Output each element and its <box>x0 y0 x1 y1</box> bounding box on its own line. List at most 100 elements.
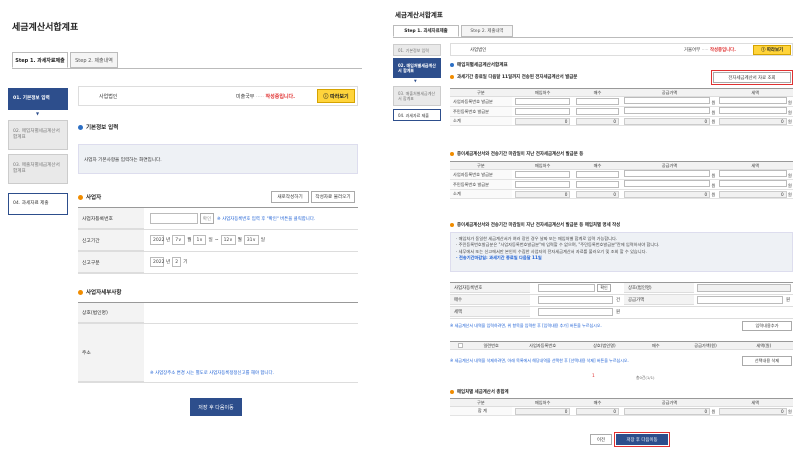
period-month-end-select[interactable]: 12 ∨ <box>220 235 236 245</box>
pagination-total: 총0건(1/1) <box>636 375 655 380</box>
help-icon: ⓘ <box>323 93 329 100</box>
right-step-03[interactable]: 03. 매출처별세금계산서 합계표 <box>393 86 441 106</box>
section-bullet-icon <box>78 194 83 200</box>
total-table: 구분 매입처수 매수 공급가액 세액 합 계000 원0 원 <box>450 398 793 416</box>
entry-list-table: 일련번호 사업자등록번호 상호(법인명) 매수 공급가액(원) 세액(원) <box>450 341 793 350</box>
input-cell[interactable] <box>623 97 711 104</box>
company-label: 상호(법인명) <box>78 303 144 323</box>
left-biz-type: 사업법인 <box>99 94 118 100</box>
form-supply-input[interactable] <box>697 296 783 304</box>
step-arrow-icon: ▼ <box>36 111 40 116</box>
form-count-label: 매수 <box>450 295 530 305</box>
period-label: 신고기간 <box>78 230 144 251</box>
table-row: 소계 0 0 0 원0 원 <box>450 189 793 199</box>
delete-selected-button[interactable]: 선택내용 삭제 <box>742 356 792 366</box>
notes-text: · 매입처가 동일한 세금계산서가 여러 장인 경우 날짜 또는 매입처별 합계… <box>456 236 660 260</box>
left-tab-step1[interactable]: Step 1. 과세자료제출 <box>12 52 68 68</box>
sec2-title: 종이세금계산서와 전송기간 마감일이 지난 전자세금계산서 발급분 등 <box>450 151 583 157</box>
left-step-04[interactable]: 04. 과세자료 제출 <box>8 193 68 215</box>
form-tax-input[interactable] <box>538 308 613 316</box>
section-bullet-icon <box>450 63 454 67</box>
address-hint: ※ 사업장주소 변경 시는 별도로 사업자등록정정신고를 해야 합니다. <box>150 371 274 376</box>
type-year-field[interactable]: 2022 <box>150 257 164 267</box>
brn-label: 사업자등록번호 <box>78 208 144 229</box>
left-help-button[interactable]: ⓘ 따라보기 <box>317 89 355 103</box>
left-brn-input[interactable] <box>150 213 198 224</box>
right-biz-type: 사업법인 <box>470 48 487 53</box>
period-day-end-select[interactable]: 31 ∨ <box>243 235 259 245</box>
table-row: 합 계000 원0 원 <box>450 406 793 416</box>
sec1-title: 과세기간 종료일 다음달 11일까지 전송된 전자세금계산서 발급분 <box>450 74 577 80</box>
right-progress: 거울어부 ····· 작성중입니다. <box>684 48 736 53</box>
section-bullet-icon <box>450 75 454 79</box>
input-cell[interactable] <box>514 170 571 178</box>
input-cell[interactable] <box>575 97 620 105</box>
section-bullet-icon <box>450 223 454 227</box>
new-write-button[interactable]: 새로작성하기 <box>271 191 309 203</box>
query-highlight <box>711 70 793 85</box>
left-brn-confirm-button[interactable]: 확인 <box>200 213 214 224</box>
right-status-bar <box>450 43 793 56</box>
input-cell[interactable] <box>718 107 787 114</box>
right-tab-step2[interactable]: Step 2. 제출내역 <box>461 25 513 37</box>
list-hint: ※ 세금계산서 내역을 삭제하려면, 아래 목록에서 해당내역을 선택한 후 [… <box>450 358 629 363</box>
right-step-01[interactable]: 01. 기본정보 입력 <box>393 44 441 56</box>
section-bullet-icon <box>450 390 454 394</box>
input-cell[interactable] <box>514 107 571 115</box>
left-status-bar <box>78 86 358 106</box>
type-half-field[interactable]: 2 <box>172 257 182 267</box>
period-month-start-select[interactable]: 7 ∨ <box>172 235 186 245</box>
right-step-02[interactable]: 02. 매입처별세금계산서 합계표 <box>393 58 441 78</box>
save-next-highlight <box>614 432 670 447</box>
right-help-button[interactable]: ⓘ 따라보기 <box>753 45 791 55</box>
table-row: 사업자등록번호 발급분 원 원 <box>450 96 793 107</box>
period-day-start-select[interactable]: 1 ∨ <box>193 235 207 245</box>
sec3-title: 종이세금계산서와 전송기간 마감일이 지난 전자세금계산서 발급분 등 매입처별… <box>450 222 620 228</box>
input-cell[interactable] <box>623 107 711 114</box>
load-saved-button[interactable]: 작성자료 불러오기 <box>311 191 355 203</box>
form-count-unit: 건 <box>616 298 621 303</box>
table-row: 사업자등록번호 발급분 원 원 <box>450 169 793 180</box>
table-row: 주민등록번호 발급분 원 원 <box>450 106 793 117</box>
left-step-02[interactable]: 02. 매입처별세금계산서 합계표 <box>8 120 68 150</box>
input-cell[interactable] <box>718 97 787 104</box>
form-hint: ※ 세금계산서 내역을 입력하려면, 위 항목을 입력한 후 [입력내용 추가]… <box>450 323 602 328</box>
input-cell[interactable] <box>575 170 620 178</box>
left-tab-step2[interactable]: Step 2. 제출내역 <box>70 52 118 68</box>
table-row: 소계 0 0 0 원0 원 <box>450 116 793 126</box>
left-brn-hint: ※ 사업자등록번호 입력 후 "확인" 버튼을 클릭합니다. <box>217 217 316 222</box>
input-cell[interactable] <box>718 180 787 187</box>
form-tax-label: 세액 <box>450 307 530 317</box>
input-cell[interactable] <box>514 97 571 105</box>
form-tax-unit: 원 <box>616 310 621 315</box>
input-cell[interactable] <box>575 107 620 115</box>
form-company-input[interactable] <box>697 284 791 292</box>
right-step-04[interactable]: 04. 과세자료 제출 <box>393 109 441 121</box>
left-basic-section-title: 기본정보 입력 <box>78 123 118 131</box>
form-brn-input[interactable] <box>538 284 595 292</box>
left-taxpayer-section-title: 사업자세부사항 <box>78 288 121 296</box>
left-page-title: 세금계산서합계표 <box>12 23 79 33</box>
right-tab-step1[interactable]: Step 1. 과세자료제출 <box>393 25 459 37</box>
input-cell[interactable] <box>575 180 620 188</box>
left-step-01[interactable]: 01. 기본정보 입력 <box>8 88 68 110</box>
form-brn-confirm-button[interactable]: 확인 <box>597 284 611 292</box>
form-count-input[interactable] <box>538 296 613 304</box>
add-entry-button[interactable]: 입력내용추가 <box>742 321 792 331</box>
prev-button[interactable]: 이전 <box>590 434 612 445</box>
pagination-current[interactable]: 1 <box>592 374 595 379</box>
input-cell[interactable] <box>623 170 711 177</box>
input-cell[interactable] <box>623 180 711 187</box>
type-fields: 2022 년 2기 <box>150 257 187 267</box>
left-step-03[interactable]: 03. 매출처별세금계산서 합계표 <box>8 154 68 184</box>
section-bullet-icon <box>78 289 83 295</box>
left-progress: 미출국부 ····· 작성중입니다. <box>236 94 296 100</box>
select-all-checkbox[interactable] <box>457 342 463 348</box>
left-save-next-button[interactable]: 저장 후 다음이동 <box>190 398 242 416</box>
period-year-field[interactable]: 2022 <box>150 235 164 245</box>
period-selects: 2022 년 7 ∨ 월 1 ∨ 일 ~ 12 ∨ 월 31 ∨ 일 <box>150 235 265 245</box>
type-label: 신고구분 <box>78 252 144 273</box>
input-cell[interactable] <box>514 180 571 188</box>
right-page-title: 세금계산서합계표 <box>395 11 443 19</box>
input-cell[interactable] <box>718 170 787 177</box>
